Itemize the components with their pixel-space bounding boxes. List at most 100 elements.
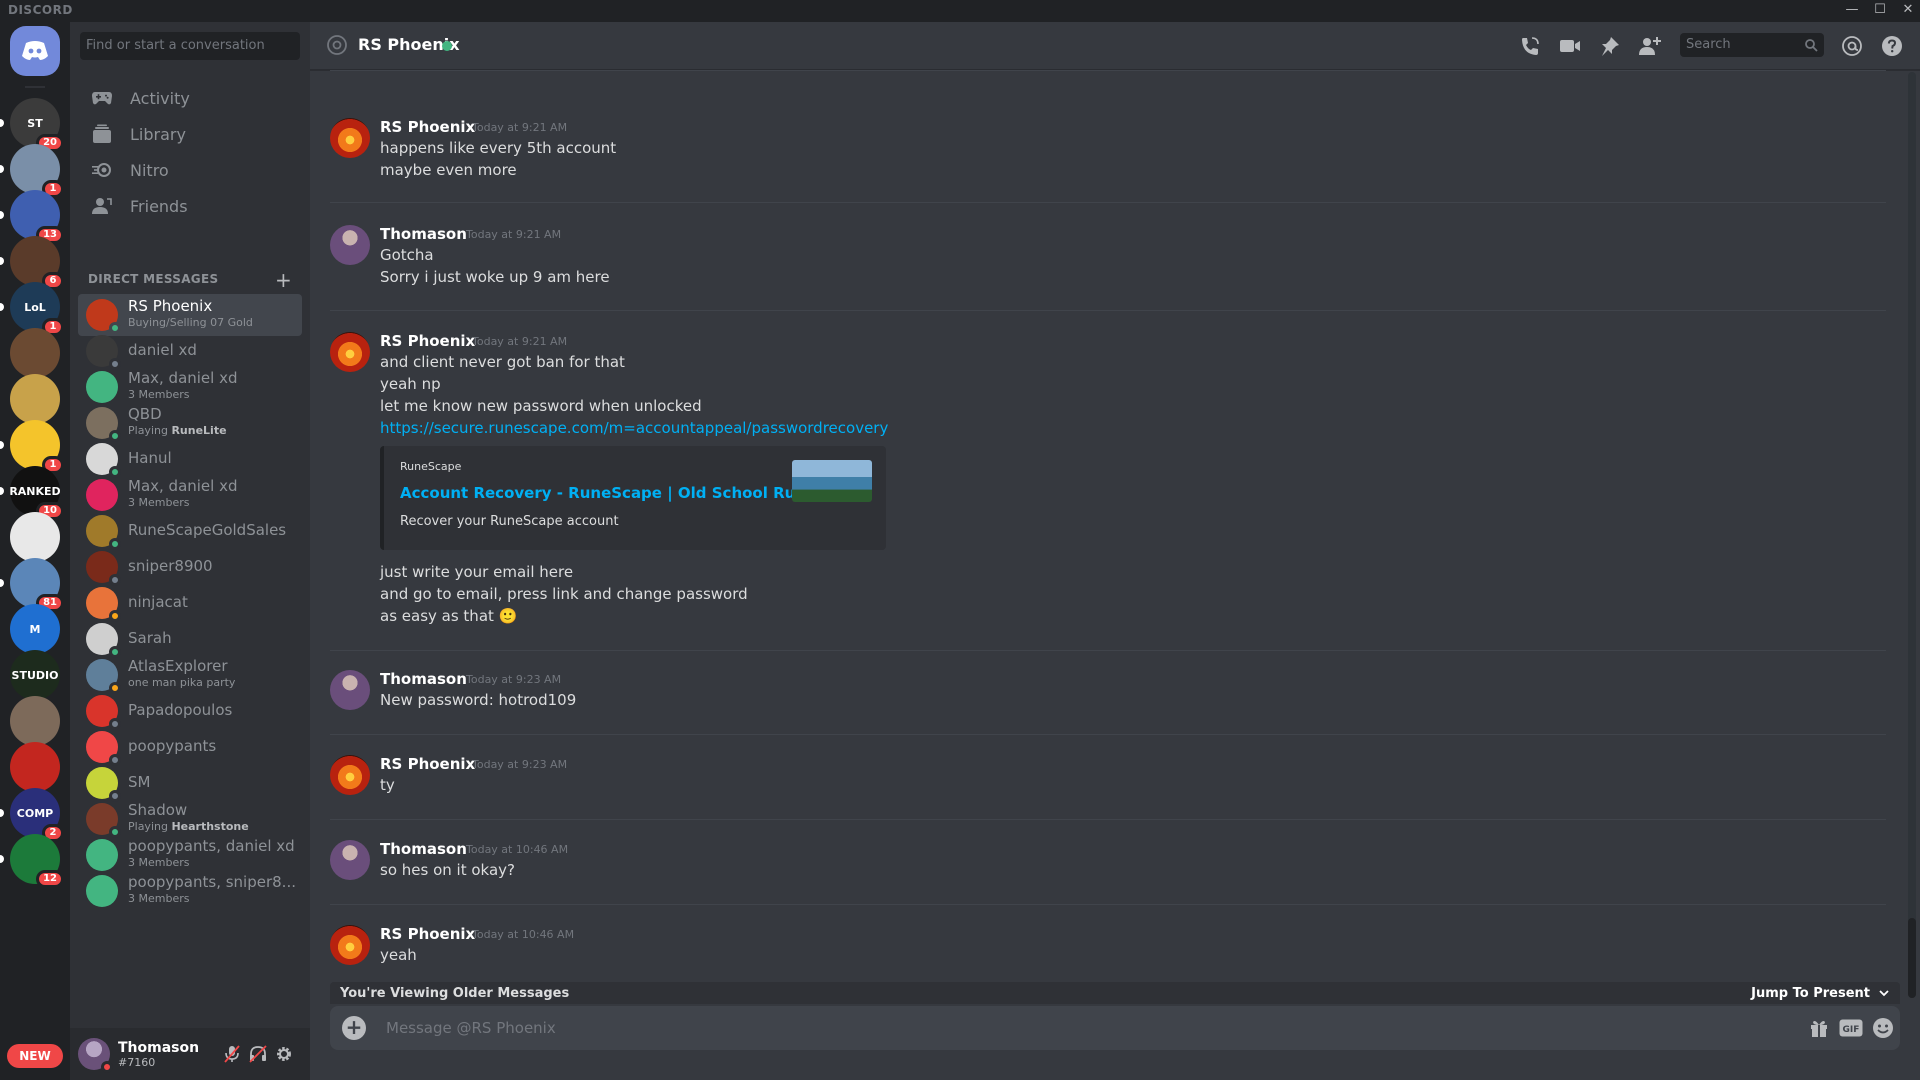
gift-icon[interactable] [1806,1016,1832,1040]
server-icon[interactable]: 1 [0,420,64,474]
dm-name: daniel xd [128,341,197,359]
dm-item[interactable]: poopypants, sniper8... 3 Members [78,870,302,912]
author-avatar[interactable] [330,840,370,880]
gamepad-icon [90,86,114,110]
nav-item-friends[interactable]: Friends [78,186,302,226]
user-tag: #7160 [118,1056,156,1069]
dm-activity: one man pika party [128,676,235,689]
unread-pip [0,441,4,449]
nav-label: Library [130,124,186,144]
minimize-button[interactable]: — [1838,0,1866,22]
message-author[interactable]: Thomason [380,225,467,243]
message-group: Thomason Today at 10:46 AM so hes on it … [330,840,1870,884]
emoji-picker-icon[interactable] [1870,1016,1896,1040]
server-icon[interactable]: 12 [0,834,64,888]
server-icon[interactable]: RANKED 10 [0,466,64,520]
start-video-call-icon[interactable] [1558,34,1582,58]
password-recovery-link[interactable]: https://secure.runescape.com/m=accountap… [380,419,888,437]
author-avatar[interactable] [330,118,370,158]
dm-activity: Playing RuneLite [128,424,227,437]
older-messages-label: You're Viewing Older Messages [340,986,570,1001]
create-dm-plus-icon[interactable]: + [275,268,292,292]
message-author[interactable]: RS Phoenix [380,925,475,943]
message-scrollbar[interactable] [1908,72,1916,998]
new-unreads-pill[interactable]: NEW [7,1044,63,1068]
message-author[interactable]: Thomason [380,840,467,858]
server-icon[interactable] [10,374,60,424]
deafen-headphones-icon[interactable] [246,1042,270,1066]
server-avatar [10,328,60,378]
server-rail: ST 20 1 13 6 LoL 1 1 RANKED 10 81 M STUDIO COMP 2 12 NE… [0,22,70,1080]
embed-provider[interactable]: RuneScape [400,460,461,473]
server-icon[interactable]: 6 [0,236,64,290]
dm-name: RuneScapeGoldSales [128,521,287,539]
server-icon[interactable] [10,328,60,378]
unread-pip [0,211,4,219]
message-divider [330,819,1886,820]
home-button[interactable] [10,26,60,76]
message-input[interactable]: Message @RS Phoenix [386,1019,556,1037]
server-icon[interactable]: ST 20 [0,98,64,152]
embed-description: Recover your RuneScape account [400,514,619,529]
message-author[interactable]: RS Phoenix [380,332,475,350]
user-settings-gear-icon[interactable] [272,1042,296,1066]
chat-search-input[interactable]: Search [1680,33,1824,57]
maximize-button[interactable]: ☐ [1866,0,1894,22]
gif-icon[interactable]: GIF [1838,1016,1864,1040]
message-line: and go to email, press link and change p… [380,585,748,603]
nav-item-library[interactable]: Library [78,114,302,154]
group-dm-icon [86,839,118,871]
server-icon[interactable]: LoL 1 [0,282,64,336]
discord-app: DISCORD — ☐ ✕ ST 20 1 13 6 LoL 1 1 RANKED 10 81 M ST… [0,0,1920,1080]
dm-name: ninjacat [128,593,188,611]
author-avatar[interactable] [330,925,370,965]
server-icon[interactable] [10,696,60,746]
older-messages-bar: You're Viewing Older Messages Jump To Pr… [330,982,1900,1004]
dm-name: poopypants, sniper8... [128,873,296,891]
scrollbar-thumb[interactable] [1908,918,1916,998]
dm-name: AtlasExplorer [128,657,228,675]
mentions-icon[interactable] [1840,34,1864,58]
pinned-messages-icon[interactable] [1598,34,1622,58]
server-icon[interactable]: M [10,604,60,654]
start-voice-call-icon[interactable] [1518,34,1542,58]
server-avatar [10,512,60,562]
chevron-down-icon[interactable] [1878,985,1890,1004]
direct-messages-header: DIRECT MESSAGES + [88,268,292,292]
upload-plus-icon[interactable]: + [342,1016,366,1040]
embed-thumbnail[interactable] [792,460,872,502]
unread-pip [0,257,4,265]
message-line: just write your email here [380,563,574,581]
message-list: RS Phoenix Today at 9:21 AM happens like… [310,70,1906,1004]
message-author[interactable]: Thomason [380,670,467,688]
message-divider [330,734,1886,735]
server-icon[interactable]: 1 [0,144,64,198]
author-avatar[interactable] [330,670,370,710]
author-avatar[interactable] [330,332,370,372]
author-avatar[interactable] [330,225,370,265]
server-icon[interactable]: COMP 2 [0,788,64,842]
help-icon[interactable] [1880,34,1904,58]
message-divider [330,650,1886,651]
conversation-search-input[interactable]: Find or start a conversation [80,32,300,60]
unread-pip [0,809,4,817]
add-friends-to-dm-icon[interactable] [1638,34,1662,58]
close-window-button[interactable]: ✕ [1894,0,1920,22]
jump-to-present-button[interactable]: Jump To Present [1751,986,1870,1001]
message-line: Gotcha [380,246,434,264]
message-author[interactable]: RS Phoenix [380,755,475,773]
server-icon[interactable]: STUDIO [10,650,60,700]
author-avatar[interactable] [330,755,370,795]
nav-item-activity[interactable]: Activity [78,78,302,118]
message-timestamp: Today at 10:46 AM [472,928,575,941]
server-icon[interactable]: 13 [0,190,64,244]
group-dm-icon [86,479,118,511]
message-author[interactable]: RS Phoenix [380,118,475,136]
mute-microphone-icon[interactable] [220,1042,244,1066]
dm-activity-text: 3 Members [128,388,190,401]
server-icon[interactable]: 81 [0,558,64,612]
server-icon[interactable] [10,512,60,562]
server-icon[interactable] [10,742,60,792]
dm-name: poopypants, daniel xd [128,837,295,855]
nav-item-nitro[interactable]: Nitro [78,150,302,190]
